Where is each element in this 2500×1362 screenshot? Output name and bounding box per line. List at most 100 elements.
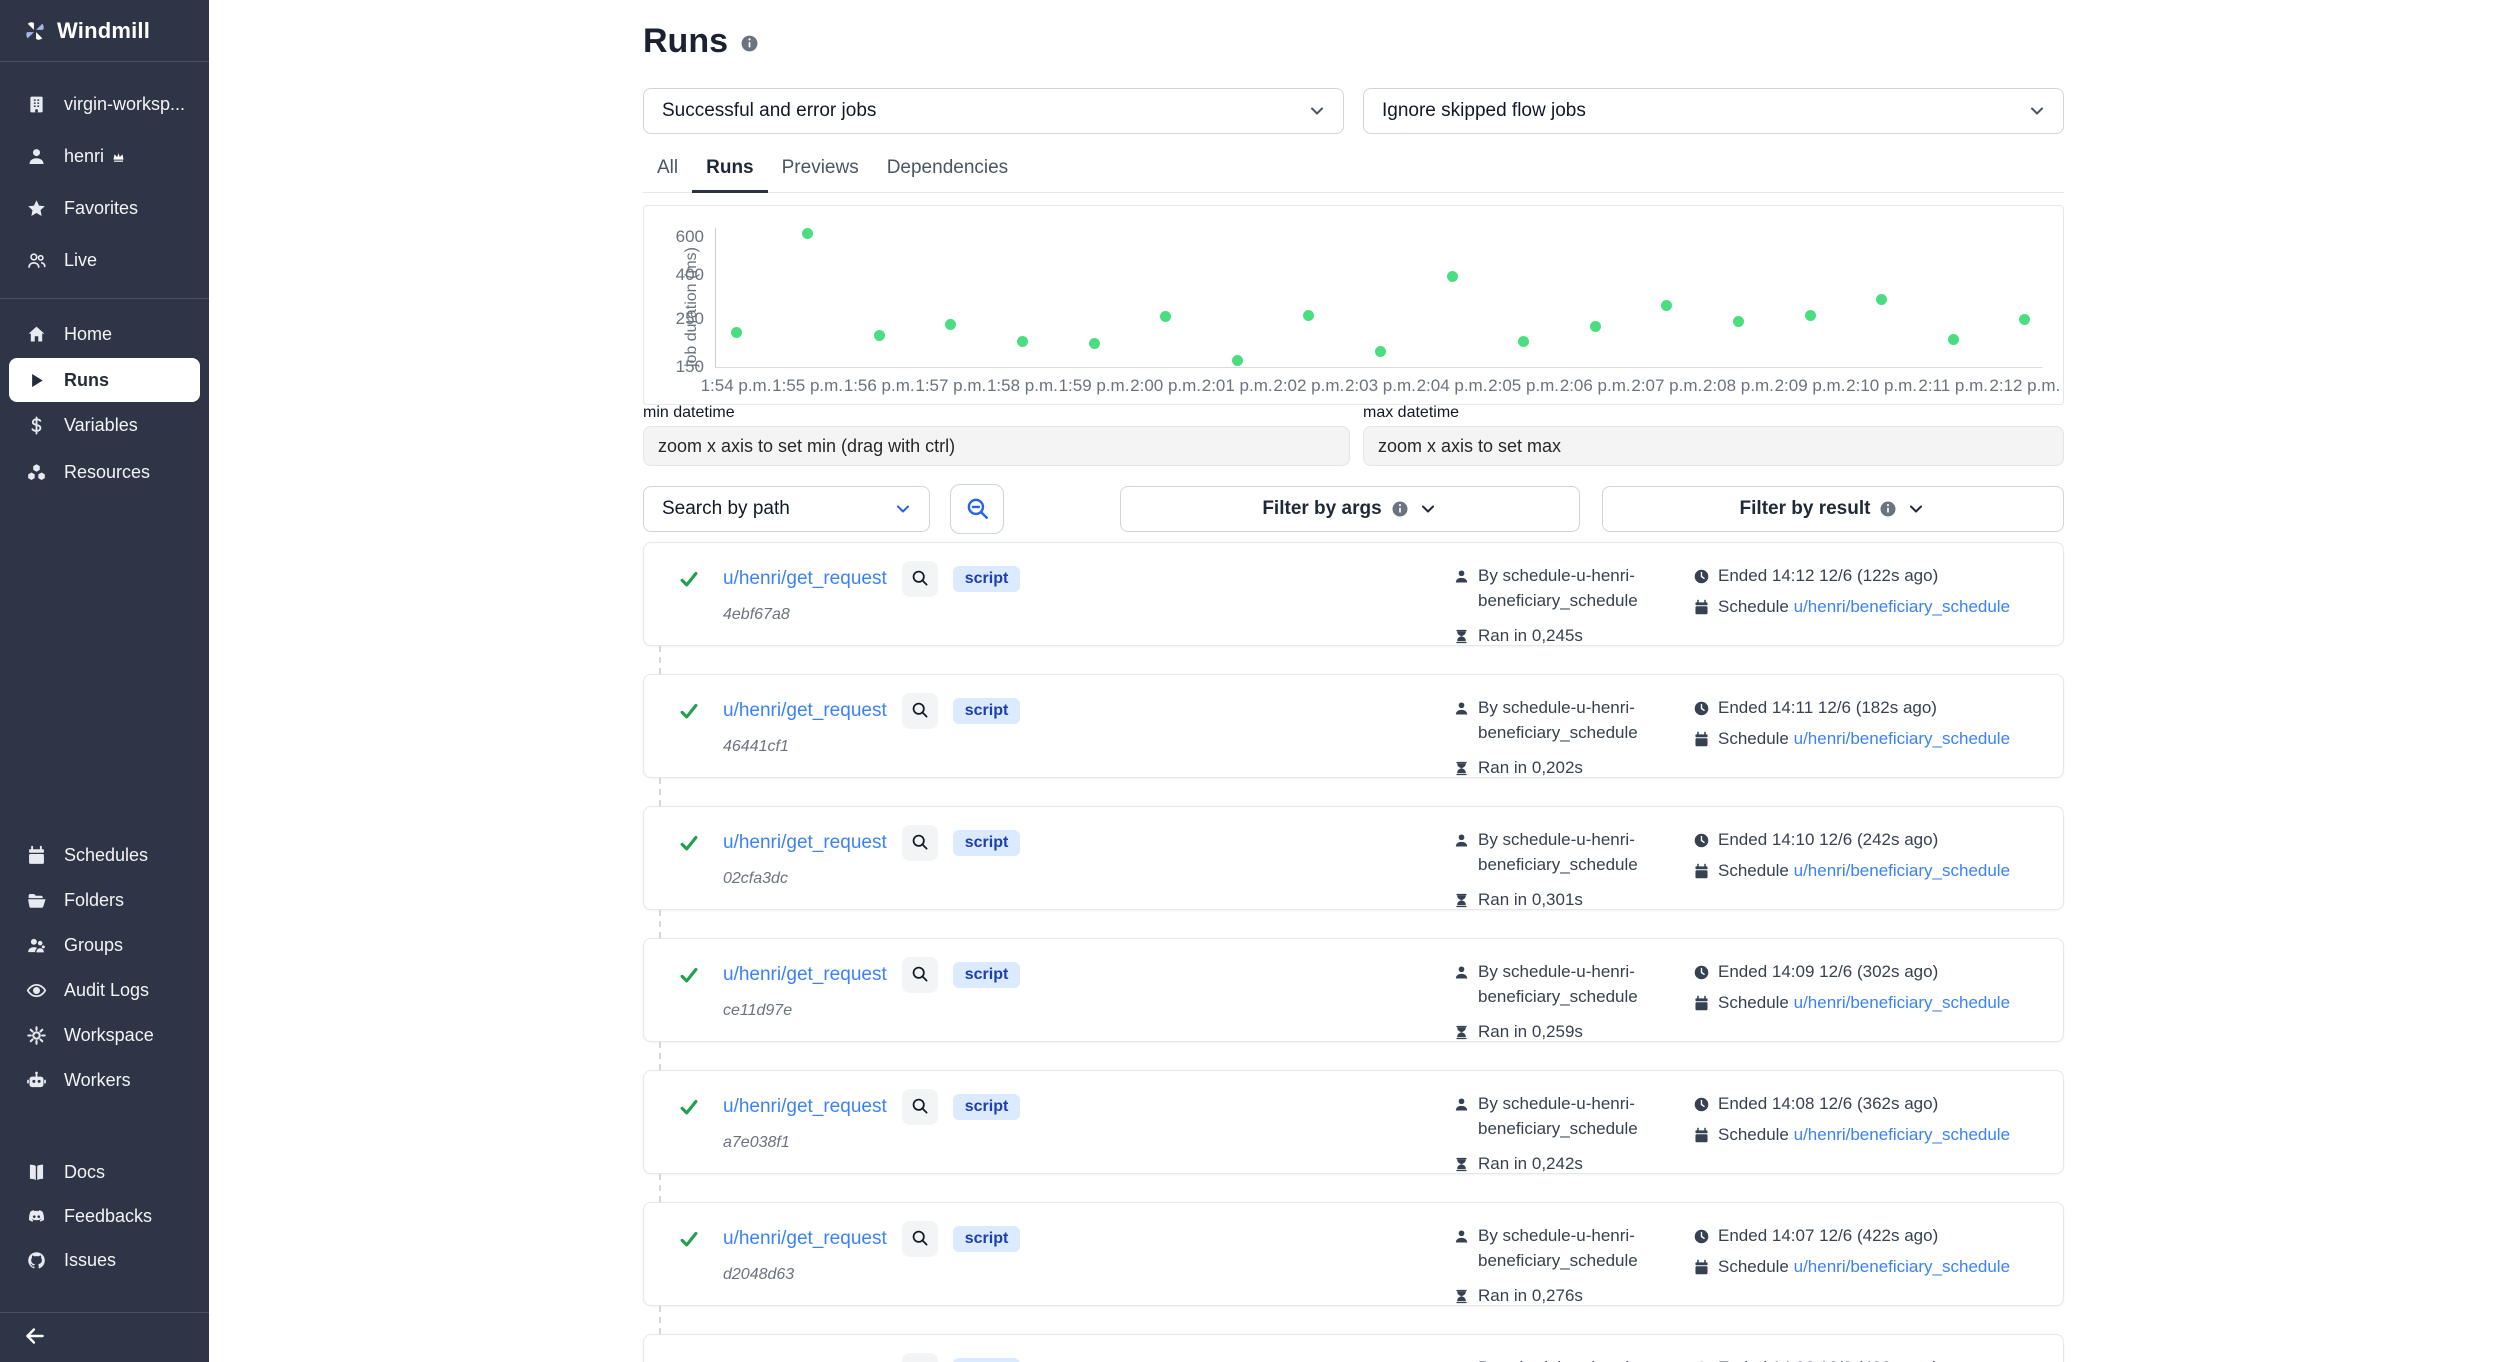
run-card-right: Ended 14:09 12/6 (302s ago) Schedule u/h… — [1693, 957, 2043, 1041]
run-lookup-button[interactable] — [902, 1353, 938, 1362]
max-datetime-input[interactable] — [1363, 426, 2064, 466]
sidebar-item-resources[interactable]: Resources — [0, 449, 209, 496]
run-path-link[interactable]: u/henri/get_request — [723, 964, 887, 986]
clock-icon — [1693, 831, 1710, 848]
sidebar-item-workspace[interactable]: Workspace — [0, 1013, 209, 1058]
run-card[interactable]: u/henri/get_request script 46441cf1 By s… — [643, 674, 2064, 778]
users-icon — [26, 250, 47, 271]
run-lookup-button[interactable] — [902, 1089, 938, 1125]
calendar-icon — [1693, 730, 1710, 747]
chart-point — [1303, 310, 1314, 321]
job-kind-value: Successful and error jobs — [662, 100, 876, 122]
schedule-link[interactable]: u/henri/beneficiary_schedule — [1794, 1125, 2010, 1144]
sidebar-collapse-bar — [0, 1312, 209, 1358]
chart-point — [1805, 310, 1816, 321]
job-kind-select[interactable]: Successful and error jobs — [643, 88, 1344, 134]
page-header: Runs — [643, 22, 759, 61]
run-card-left: u/henri/get_request script ce11d97e — [678, 957, 1453, 1041]
run-path-link[interactable]: u/henri/get_request — [723, 700, 887, 722]
run-lookup-button[interactable] — [902, 693, 938, 729]
calendar-icon — [1693, 1126, 1710, 1143]
schedule-link[interactable]: u/henri/beneficiary_schedule — [1794, 1257, 2010, 1276]
calendar-icon — [1693, 1258, 1710, 1275]
info-icon[interactable] — [740, 34, 759, 53]
sidebar-item-schedules[interactable]: Schedules — [0, 833, 209, 878]
search-filter-row: Search by path Filter by args Filter by … — [643, 486, 2064, 534]
filter-by-args-button[interactable]: Filter by args — [1120, 486, 1580, 532]
sidebar-item-issues[interactable]: Issues — [0, 1238, 209, 1282]
run-kind-badge: script — [953, 1226, 1021, 1252]
success-check-icon — [678, 700, 700, 722]
filter-by-result-button[interactable]: Filter by result — [1602, 486, 2064, 532]
skipped-jobs-select[interactable]: Ignore skipped flow jobs — [1363, 88, 2064, 134]
min-datetime-input[interactable] — [643, 426, 1350, 466]
run-path-link[interactable]: u/henri/get_request — [723, 1096, 887, 1118]
sidebar-item-home[interactable]: Home — [0, 311, 209, 358]
run-card[interactable]: u/henri/get_request script 4ebf67a8 By s… — [643, 542, 2064, 646]
schedule-link[interactable]: u/henri/beneficiary_schedule — [1794, 729, 2010, 748]
sidebar-item-favorites[interactable]: Favorites — [0, 182, 209, 234]
sidebar-item-henri[interactable]: henri — [0, 130, 209, 182]
building-icon — [26, 94, 47, 115]
sidebar-item-audit-logs[interactable]: Audit Logs — [0, 968, 209, 1013]
sidebar-item-docs[interactable]: Docs — [0, 1150, 209, 1194]
chart-point — [1232, 355, 1243, 366]
chart-point — [1017, 336, 1028, 347]
tab-previews[interactable]: Previews — [768, 148, 873, 193]
run-connector — [659, 1174, 661, 1202]
sidebar-item-virgin-worksp[interactable]: virgin-worksp... — [0, 78, 209, 130]
user-icon — [1453, 963, 1470, 980]
tab-all[interactable]: All — [643, 148, 692, 193]
run-lookup-button[interactable] — [902, 1221, 938, 1257]
run-card[interactable]: u/henri/get_request script 02cfa3dc By s… — [643, 806, 2064, 910]
duration-chart[interactable]: job duration (ms) 6004002501501:54 p.m.1… — [643, 205, 2064, 405]
chart-point — [945, 319, 956, 330]
schedule-link[interactable]: u/henri/beneficiary_schedule — [1794, 597, 2010, 616]
sidebar-item-variables[interactable]: Variables — [0, 402, 209, 449]
run-schedule: Schedule u/henri/beneficiary_schedule — [1718, 858, 2010, 883]
tab-dependencies[interactable]: Dependencies — [873, 148, 1022, 193]
tab-runs[interactable]: Runs — [692, 148, 768, 193]
sidebar-item-groups[interactable]: Groups — [0, 923, 209, 968]
x-tick-label: 2:12 p.m. — [1980, 376, 2070, 396]
filter-by-args-label: Filter by args — [1262, 498, 1381, 520]
run-card[interactable]: u/henri/get_request script d2048d63 By s… — [643, 1202, 2064, 1306]
sidebar-item-runs[interactable]: Runs — [9, 358, 200, 402]
run-lookup-button[interactable] — [902, 825, 938, 861]
search-by-path-select[interactable]: Search by path — [643, 486, 930, 532]
run-card[interactable]: u/henri/get_request script ce11d97e By s… — [643, 938, 2064, 1042]
search-icon — [910, 568, 929, 590]
run-path-link[interactable]: u/henri/get_request — [723, 832, 887, 854]
chart-point — [1375, 346, 1386, 357]
chart-x-axis-line — [715, 367, 2043, 368]
run-schedule: Schedule u/henri/beneficiary_schedule — [1718, 1122, 2010, 1147]
run-ended-at: Ended 14:10 12/6 (242s ago) — [1718, 827, 1938, 852]
run-path-link[interactable]: u/henri/get_request — [723, 568, 887, 590]
run-lookup-button[interactable] — [902, 957, 938, 993]
run-lookup-button[interactable] — [902, 561, 938, 597]
run-duration: Ran in 0,301s — [1478, 887, 1583, 912]
success-check-icon — [678, 964, 700, 986]
run-card[interactable]: u/henri/get_request script a7e038f1 By s… — [643, 1070, 2064, 1174]
schedule-link[interactable]: u/henri/beneficiary_schedule — [1794, 861, 2010, 880]
app-logo[interactable]: Windmill — [0, 0, 209, 62]
sidebar: Windmill virgin-worksp...henriFavoritesL… — [0, 0, 209, 1362]
run-path-link[interactable]: u/henri/get_request — [723, 1228, 887, 1250]
play-icon — [26, 370, 47, 391]
skipped-jobs-value: Ignore skipped flow jobs — [1382, 100, 1586, 122]
run-card-right: Ended 14:10 12/6 (242s ago) Schedule u/h… — [1693, 825, 2043, 909]
search-button[interactable] — [950, 484, 1004, 534]
sidebar-item-folders[interactable]: Folders — [0, 878, 209, 923]
success-check-icon — [678, 568, 700, 590]
sidebar-item-feedbacks[interactable]: Feedbacks — [0, 1194, 209, 1238]
run-card[interactable]: u/henri/get_request script By schedule-u… — [643, 1334, 2064, 1362]
schedule-link[interactable]: u/henri/beneficiary_schedule — [1794, 993, 2010, 1012]
chart-y-axis-line — [715, 228, 716, 367]
collapse-sidebar-button[interactable] — [22, 1323, 48, 1349]
gear-icon — [26, 1025, 47, 1046]
run-schedule: Schedule u/henri/beneficiary_schedule — [1718, 990, 2010, 1015]
runs-list: u/henri/get_request script 4ebf67a8 By s… — [643, 542, 2064, 1362]
sidebar-item-live[interactable]: Live — [0, 234, 209, 286]
run-kind-badge: script — [953, 1094, 1021, 1120]
sidebar-item-workers[interactable]: Workers — [0, 1058, 209, 1103]
